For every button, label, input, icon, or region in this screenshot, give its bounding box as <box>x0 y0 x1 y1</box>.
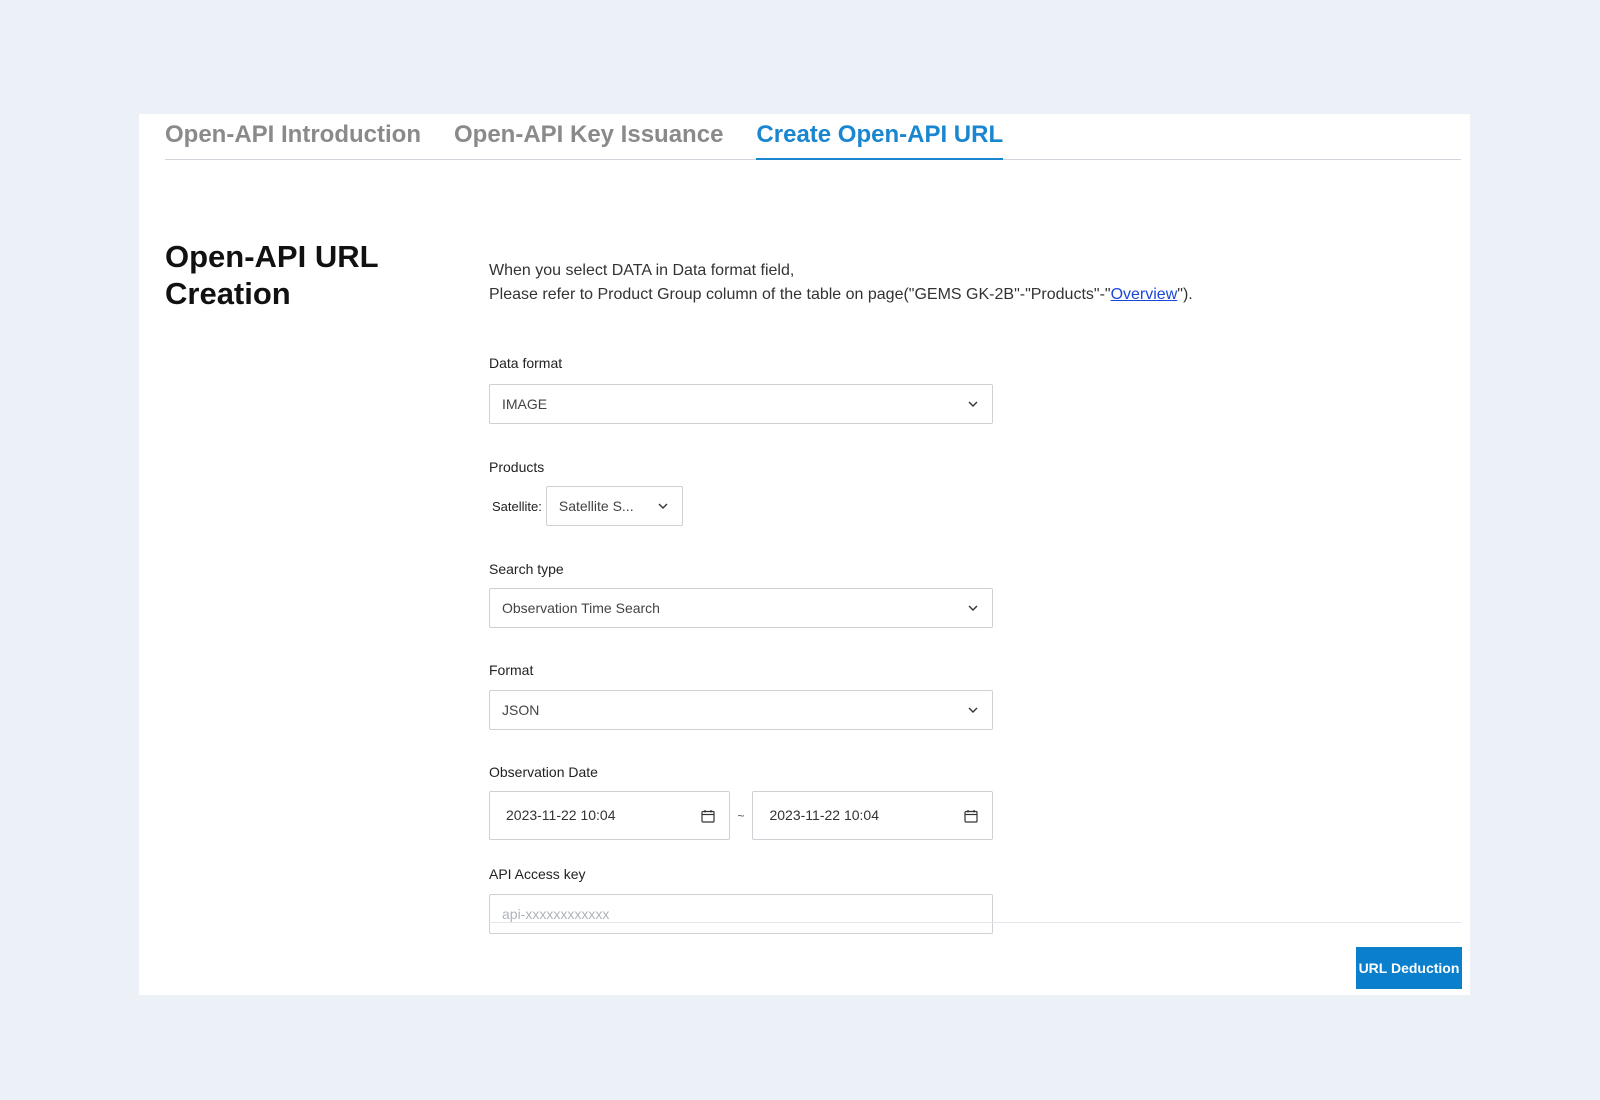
satellite-label: Satellite: <box>492 498 542 514</box>
notice-line-2-suffix: "). <box>1177 286 1193 303</box>
form-divider <box>489 922 1461 923</box>
tab-create-open-api-url[interactable]: Create Open-API URL <box>756 114 1004 160</box>
chevron-down-icon <box>968 401 978 407</box>
observation-date-label: Observation Date <box>489 764 598 780</box>
notice-line-2: Please refer to Product Group column of … <box>489 283 1193 307</box>
url-creation-form: Data format IMAGE Products Satellite: Sa… <box>489 354 994 934</box>
notice-line-1: When you select DATA in Data format fiel… <box>489 262 795 279</box>
format-select[interactable]: JSON <box>489 690 993 730</box>
data-format-value: IMAGE <box>502 396 548 412</box>
section-title: Open-API URL Creation <box>165 239 378 311</box>
format-label: Format <box>489 662 534 678</box>
api-access-key-label: API Access key <box>489 866 586 882</box>
observation-date-row: 2023-11-22 10:04 ~ 2023-11-22 10:04 <box>489 791 994 840</box>
notice-text: When you select DATA in Data format fiel… <box>489 259 1193 307</box>
notice-line-2-prefix: Please refer to Product Group column of … <box>489 286 1111 303</box>
format-value: JSON <box>502 702 540 718</box>
satellite-value: Satellite S... <box>558 498 634 514</box>
start-date-value: 2023-11-22 10:04 <box>506 807 616 823</box>
satellite-select[interactable]: Satellite S... <box>545 486 683 526</box>
tab-bar: Open-API Introduction Open-API Key Issua… <box>165 114 1461 160</box>
chevron-down-icon <box>968 707 978 713</box>
start-date-input[interactable]: 2023-11-22 10:04 <box>489 791 730 840</box>
search-type-label: Search type <box>489 561 564 577</box>
calendar-icon[interactable] <box>964 809 978 823</box>
products-row: Satellite: Satellite S... <box>489 486 993 526</box>
data-format-select[interactable]: IMAGE <box>489 384 993 424</box>
overview-link[interactable]: Overview <box>1111 286 1178 303</box>
search-type-value: Observation Time Search <box>502 600 660 616</box>
search-type-select[interactable]: Observation Time Search <box>489 588 993 628</box>
api-access-key-input[interactable] <box>489 894 993 934</box>
tab-open-api-introduction[interactable]: Open-API Introduction <box>165 114 421 158</box>
calendar-icon[interactable] <box>700 809 715 823</box>
end-date-value: 2023-11-22 10:04 <box>769 807 879 823</box>
products-label: Products <box>489 459 545 475</box>
tab-open-api-key-issuance[interactable]: Open-API Key Issuance <box>454 114 723 158</box>
chevron-down-icon <box>968 605 978 611</box>
url-deduction-button[interactable]: URL Deduction <box>1356 947 1462 989</box>
chevron-down-icon <box>658 503 668 509</box>
data-format-label: Data format <box>489 355 563 371</box>
end-date-input[interactable]: 2023-11-22 10:04 <box>752 791 994 840</box>
content-card: Open-API Introduction Open-API Key Issua… <box>139 114 1470 995</box>
date-range-separator: ~ <box>737 808 745 823</box>
